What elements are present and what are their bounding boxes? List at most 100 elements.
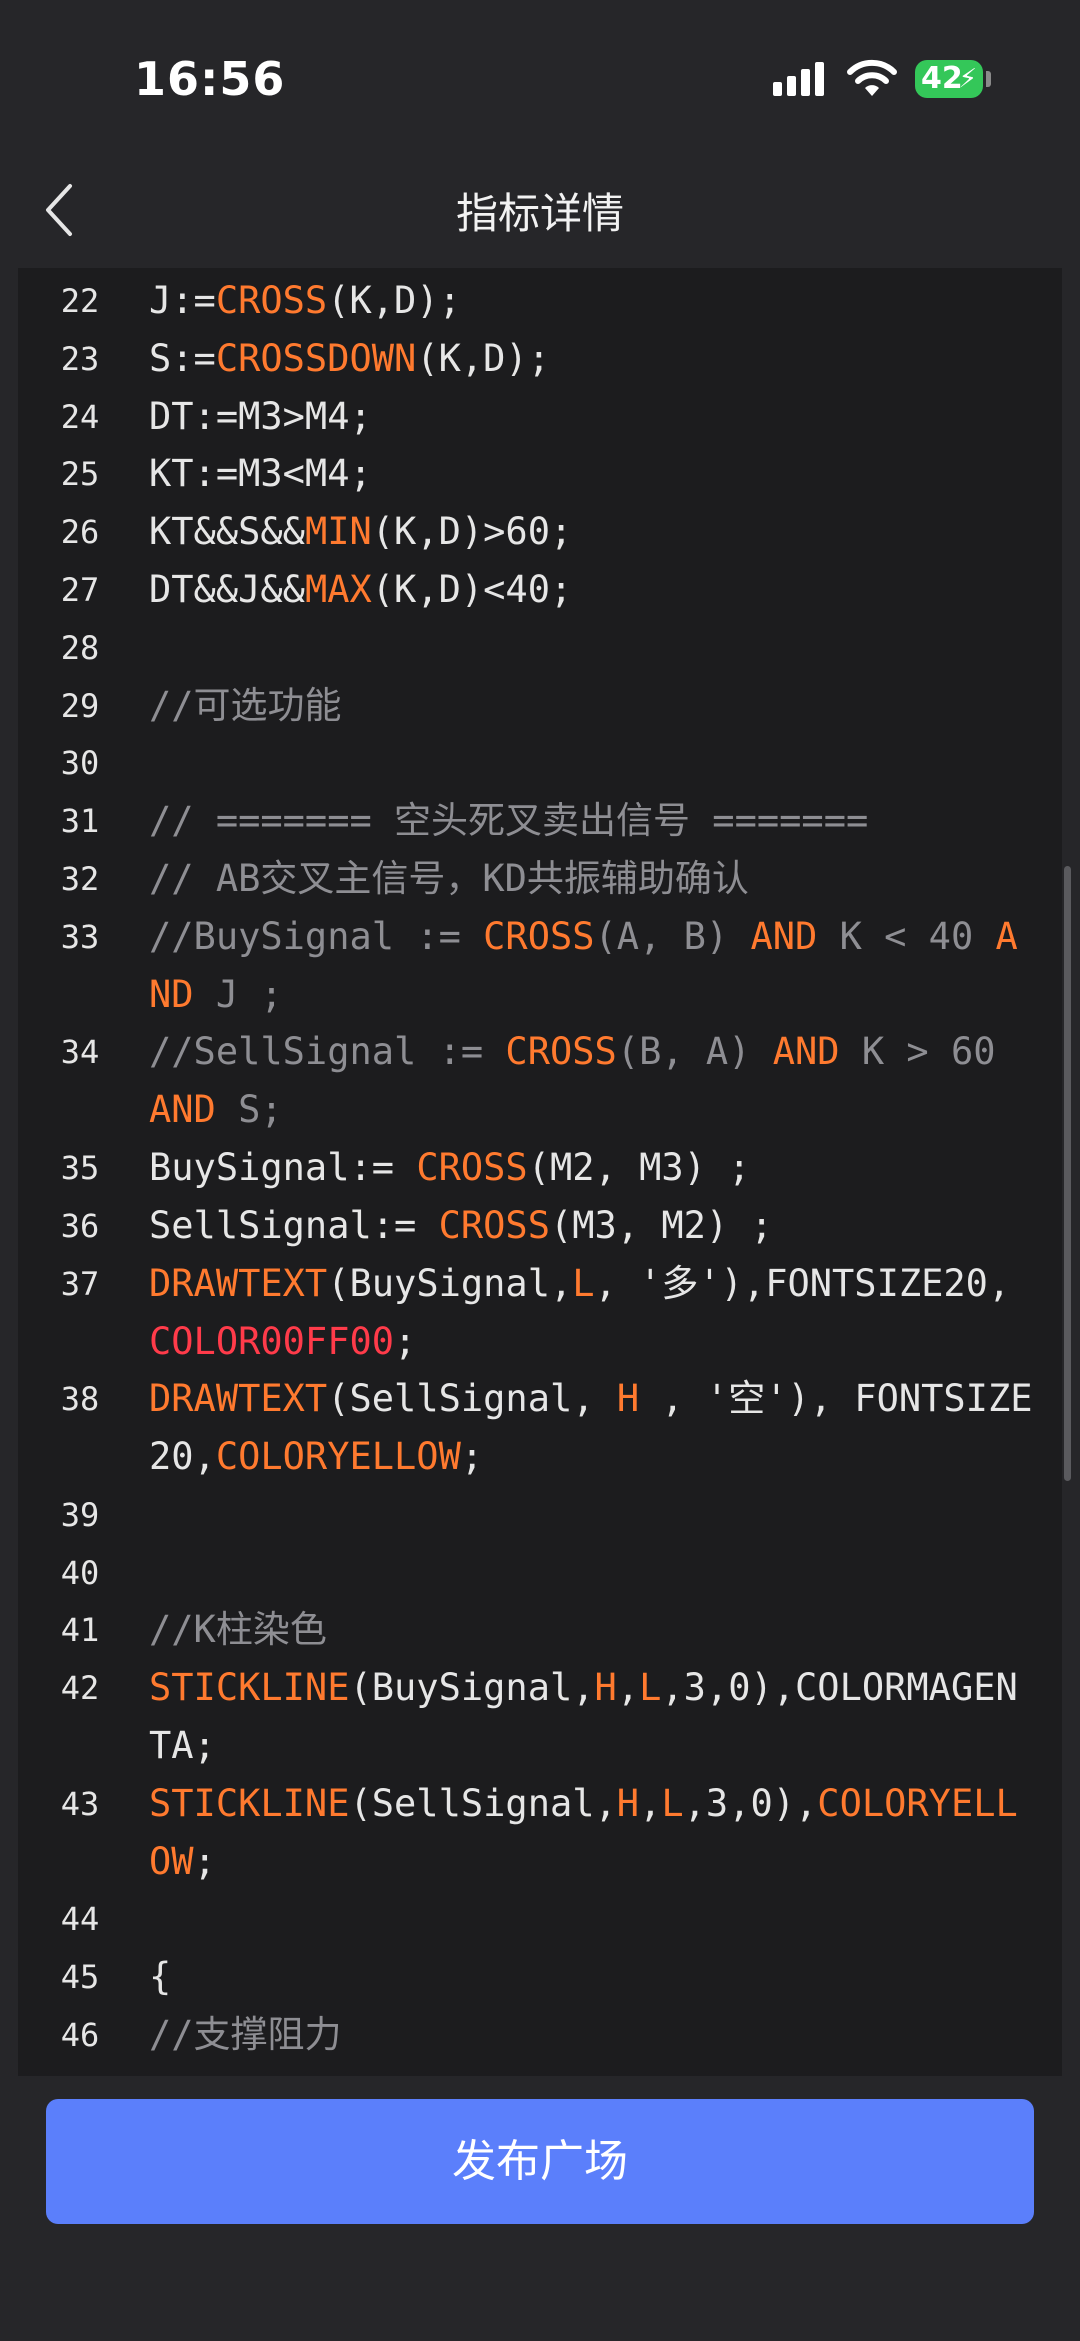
- line-number: 38: [60, 1380, 100, 1419]
- code-keyword: DRAWTEXT: [149, 1377, 328, 1421]
- code-line: 24 DT:=M3>M4;: [18, 388, 1058, 446]
- line-code: //可选功能: [149, 677, 1039, 735]
- code-comment: //可选功能: [149, 683, 342, 727]
- line-code: //BuySignal := CROSS(A, B) AND K < 40 AN…: [149, 908, 1039, 1024]
- code-line: 40: [18, 1544, 1058, 1602]
- line-number: 36: [60, 1206, 100, 1245]
- code-line: 33 //BuySignal := CROSS(A, B) AND K < 40 …: [18, 908, 1058, 1024]
- battery-level: 42: [921, 61, 963, 96]
- code-text: (SellSignal,: [327, 1377, 617, 1421]
- code-text: , '多'),FONTSIZE20,: [594, 1261, 1033, 1305]
- code-comment: // ======= 空头死叉卖出信号 =======: [149, 799, 869, 843]
- code-line: 30: [18, 734, 1058, 792]
- line-code: DT:=M3>M4;: [149, 388, 1039, 446]
- code-line: 35 BuySignal:= CROSS(M2, M3) ;: [18, 1139, 1058, 1197]
- line-code: DRAWTEXT(SellSignal, H , '空'), FONTSIZE2…: [149, 1370, 1039, 1486]
- code-text: J:=: [149, 279, 216, 322]
- code-text: (BuySignal,: [349, 1666, 595, 1710]
- code-text: KT&&S&&: [149, 510, 305, 554]
- battery-indicator: 42 ⚡: [915, 60, 983, 98]
- nav-bar: 指标详情: [0, 150, 1080, 268]
- code-comment: (B, A): [616, 1030, 773, 1074]
- line-number: 46: [60, 2016, 100, 2054]
- line-code: // AB交叉主信号，KD共振辅助确认: [149, 850, 1039, 908]
- code-keyword: COLORYELLOW: [215, 1435, 461, 1479]
- line-code: //SellSignal := CROSS(B, A) AND K > 60 A…: [149, 1023, 1039, 1139]
- status-time: 16:56: [134, 52, 286, 106]
- line-code: BuySignal:= CROSS(M2, M3) ;: [149, 1139, 1039, 1197]
- line-code: J:=CROSS(K,D);: [149, 272, 1039, 330]
- code-comment: (A, B): [594, 914, 751, 958]
- line-number: 39: [60, 1495, 100, 1534]
- scrollbar[interactable]: [1064, 866, 1071, 1481]
- code-keyword: COLOR00FF00: [149, 1319, 395, 1363]
- code-line: 42 STICKLINE(BuySignal,H,L,3,0),COLORMAGE…: [18, 1659, 1058, 1775]
- code-line: 31 // ======= 空头死叉卖出信号 =======: [18, 792, 1058, 850]
- code-editor-panel[interactable]: 22 J:=CROSS(K,D); 23 S:=CROSSDOWN(K,D); 24 DT…: [18, 268, 1080, 2076]
- code-comment: K > 60: [839, 1030, 1018, 1074]
- code-line: 39: [18, 1486, 1058, 1544]
- code-text: (SellSignal,: [349, 1781, 617, 1825]
- code-comment: //SellSignal :=: [149, 1030, 506, 1074]
- line-number: 22: [60, 282, 100, 320]
- code-line: 44: [18, 1890, 1058, 1948]
- code-keyword: STICKLINE: [149, 1781, 350, 1825]
- line-code: // ======= 空头死叉卖出信号 =======: [149, 792, 1039, 850]
- code-text: ,: [639, 1781, 662, 1825]
- publish-button[interactable]: 发布广场: [46, 2099, 1034, 2224]
- code-text: (BuySignal,: [327, 1261, 573, 1305]
- code-text: DT:=M3>M4;: [149, 394, 372, 438]
- line-number: 30: [60, 744, 100, 783]
- code-keyword: H: [616, 1781, 640, 1825]
- line-number: 42: [60, 1669, 100, 1708]
- code-keyword: DRAWTEXT: [149, 1261, 328, 1305]
- code-keyword: L: [661, 1781, 684, 1825]
- code-line: 25 KT:=M3<M4;: [18, 445, 1058, 503]
- line-code: DT&&J&&MAX(K,D)<40;: [149, 561, 1039, 619]
- code-keyword: L: [572, 1261, 595, 1305]
- code-comment: // AB交叉主信号，KD共振辅助确认: [149, 857, 749, 900]
- code-text: {: [149, 1955, 172, 1999]
- code-keyword: H: [616, 1377, 640, 1421]
- line-code: STICKLINE(SellSignal,H,L,3,0),COLORYELLO…: [149, 1775, 1039, 1891]
- code-text: (K,D);: [327, 279, 461, 322]
- code-keyword: CROSS: [483, 914, 595, 958]
- code-line: 36 SellSignal:= CROSS(M3, M2) ;: [18, 1197, 1058, 1255]
- code-line: 45 {: [18, 1948, 1058, 2006]
- line-number: 24: [60, 397, 100, 436]
- code-text: DT&&J&&: [149, 568, 305, 611]
- line-number: 40: [60, 1553, 100, 1592]
- code-text: S:=: [149, 336, 216, 380]
- code-keyword: MAX: [304, 568, 372, 611]
- line-number: 37: [60, 1264, 100, 1303]
- line-number: 27: [60, 571, 100, 609]
- code-line: 32 // AB交叉主信号，KD共振辅助确认: [18, 850, 1058, 908]
- battery-cap: [986, 71, 991, 87]
- code-keyword: H: [594, 1666, 617, 1710]
- code-keyword: AND: [772, 1030, 840, 1074]
- code-line: 43 STICKLINE(SellSignal,H,L,3,0),COLORYEL…: [18, 1775, 1058, 1891]
- line-number: 43: [60, 1784, 100, 1823]
- line-number: 44: [60, 1900, 100, 1939]
- code-text: SellSignal:=: [149, 1203, 439, 1247]
- code-line: 28: [18, 619, 1058, 677]
- line-code: S:=CROSSDOWN(K,D);: [149, 330, 1039, 388]
- code-line: 37 DRAWTEXT(BuySignal,L, '多'),FONTSIZE20,…: [18, 1255, 1058, 1371]
- code-keyword: AND: [149, 1088, 216, 1132]
- line-number: 35: [60, 1149, 100, 1187]
- code-text: ,: [616, 1666, 640, 1710]
- line-code: KT:=M3<M4;: [149, 445, 1039, 503]
- line-number: 45: [60, 1958, 100, 1997]
- line-number: 28: [60, 628, 100, 667]
- code-text: (K,D)>60;: [371, 510, 573, 554]
- code-comment: J ;: [193, 972, 283, 1016]
- code-keyword: STICKLINE: [149, 1666, 350, 1710]
- code-text: ;: [193, 1839, 216, 1883]
- line-number: 34: [60, 1033, 100, 1072]
- code-comment: //BuySignal :=: [149, 914, 484, 958]
- line-number: 23: [60, 339, 100, 378]
- code-keyword: CROSS: [505, 1030, 617, 1074]
- code-comment: //K柱染色: [149, 1608, 327, 1652]
- code-text: (K,D);: [416, 336, 550, 380]
- line-number: 32: [60, 860, 100, 898]
